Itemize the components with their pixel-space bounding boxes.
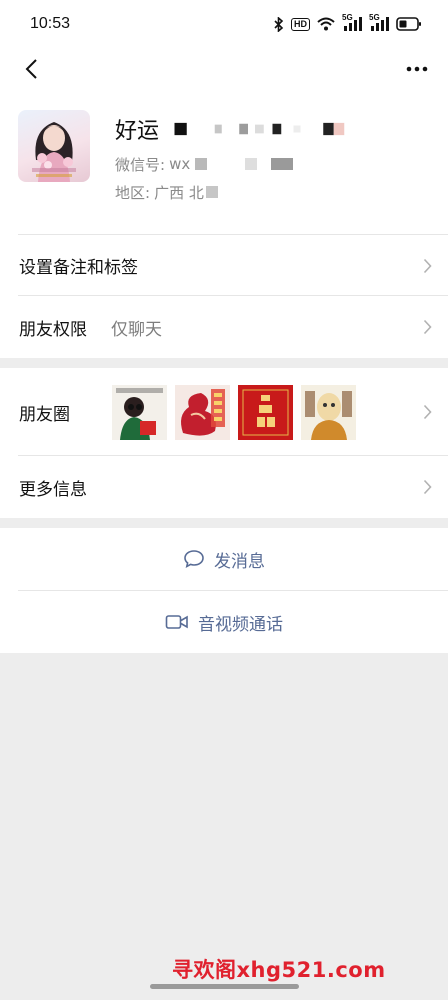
permissions-row[interactable]: 朋友权限 仅聊天	[0, 296, 448, 358]
more-info-label: 更多信息	[19, 479, 87, 500]
moments-thumb-2[interactable]	[175, 384, 230, 440]
region-label: 地区:	[115, 183, 151, 202]
avatar[interactable]	[18, 110, 90, 182]
chevron-right-icon	[423, 258, 432, 273]
nickname[interactable]: 好运	[115, 112, 362, 146]
bluetooth-icon	[274, 16, 284, 32]
status-icons: HD 5G 5G	[274, 14, 422, 32]
permissions-value: 仅聊天	[111, 319, 162, 340]
signal-5g-icon: 5G	[342, 14, 362, 31]
moments-label: 朋友圈	[19, 404, 70, 425]
profile-header: 好运 微信号: wx 地区: 广西 北	[0, 90, 448, 234]
moments-row[interactable]: 朋友圈	[0, 368, 448, 456]
video-call-label: 音视频通话	[198, 614, 283, 635]
profile-info: 好运 微信号: wx 地区: 广西 北	[115, 110, 362, 234]
avatar-illustration	[32, 122, 76, 182]
hd-icon: HD	[291, 17, 310, 31]
wechat-id-value[interactable]: wx	[169, 155, 190, 173]
send-message-label: 发消息	[214, 551, 265, 572]
id-mosaic	[195, 158, 208, 170]
status-time: 10:53	[30, 15, 71, 32]
send-message-button[interactable]: 发消息	[0, 528, 448, 590]
home-indicator[interactable]	[150, 984, 299, 989]
remark-tags-label: 设置备注和标签	[19, 258, 138, 278]
chevron-right-icon	[423, 404, 432, 420]
chevron-right-icon	[423, 319, 432, 335]
battery-icon	[396, 17, 421, 31]
moments-thumb-3[interactable]	[238, 384, 293, 440]
nickname-mosaic	[174, 122, 345, 136]
region-mosaic	[205, 186, 218, 198]
nav-bar	[0, 48, 448, 90]
wifi-icon	[317, 17, 335, 31]
section-gap	[0, 518, 448, 528]
more-dots-icon	[406, 66, 428, 72]
watermark: 寻欢阁xhg521.com	[172, 958, 386, 982]
permissions-label: 朋友权限	[19, 319, 87, 340]
chevron-left-icon	[25, 59, 37, 79]
more-info-row[interactable]: 更多信息	[0, 456, 448, 518]
id-mosaic-2	[245, 158, 258, 170]
id-mosaic-3	[271, 158, 294, 170]
video-camera-icon	[165, 613, 189, 631]
back-button[interactable]	[16, 54, 46, 84]
region-row: 地区: 广西 北	[115, 180, 362, 204]
more-button[interactable]	[402, 54, 432, 84]
wechat-id-label: 微信号:	[115, 155, 166, 174]
moments-thumb-1[interactable]	[112, 384, 167, 440]
status-bar: 10:53 HD 5G 5G	[0, 0, 448, 48]
moments-thumb-4[interactable]	[301, 384, 356, 440]
remark-tags-row[interactable]: 设置备注和标签	[0, 235, 448, 296]
signal-5g-icon-2: 5G	[369, 14, 389, 31]
video-call-button[interactable]: 音视频通话	[0, 591, 448, 653]
chat-bubble-icon	[183, 549, 205, 569]
moments-thumbnails	[112, 384, 356, 440]
wechat-id-row: 微信号: wx	[115, 152, 362, 176]
section-gap	[0, 358, 448, 368]
region-value: 广西 北	[154, 183, 204, 202]
chevron-right-icon	[423, 479, 432, 495]
nickname-text: 好运	[115, 119, 160, 144]
